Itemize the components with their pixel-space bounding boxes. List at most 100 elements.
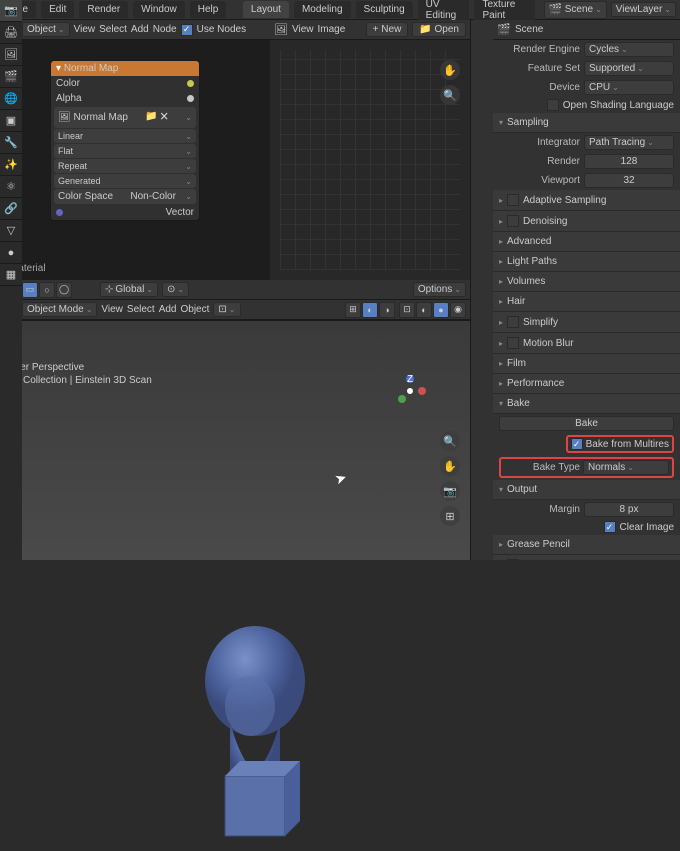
tab-window[interactable]: Window (133, 1, 185, 18)
tab-modeling[interactable]: Modeling (294, 1, 351, 18)
node-image-select[interactable]: 🖼 Normal Map📁 🗙 (54, 107, 196, 128)
section-motionblur[interactable]: Motion Blur (493, 333, 680, 354)
node-editor[interactable]: ◉ Object View Select Add Node ✓ Use Node… (0, 20, 270, 280)
bake-type-select[interactable]: Normals (583, 460, 669, 475)
section-advanced[interactable]: Advanced (493, 232, 680, 252)
section-volumes[interactable]: Volumes (493, 272, 680, 292)
menu-add[interactable]: Add (131, 24, 149, 35)
socket-color: Color (56, 78, 80, 89)
render-samples-input[interactable]: 128 (584, 154, 674, 169)
menu-add[interactable]: Add (159, 304, 177, 315)
new-image-button[interactable]: + New (366, 22, 409, 37)
section-simplify[interactable]: Simplify (493, 312, 680, 333)
bake-multires-highlight: ✓Bake from Multires (566, 435, 674, 453)
overlay-icons: ⊞◐◑ (345, 302, 395, 318)
node-projection[interactable]: Flat (54, 144, 196, 158)
menu-select[interactable]: Select (99, 24, 127, 35)
node-title[interactable]: ▾ Normal Map (51, 61, 199, 76)
menu-node[interactable]: Node (153, 24, 177, 35)
select-circle-icon[interactable]: ○ (39, 282, 55, 298)
node-object-select[interactable]: Object (22, 22, 70, 37)
pan-icon[interactable]: ✋ (440, 456, 460, 476)
socket-dot[interactable] (187, 95, 194, 102)
tab-help[interactable]: Help (190, 1, 227, 18)
viewport-samples-input[interactable]: 32 (584, 173, 674, 188)
tab-render[interactable]: Render (79, 1, 128, 18)
nav-gizmo[interactable]: Z (390, 371, 430, 411)
viewlayer-select[interactable]: ViewLayer (611, 2, 676, 17)
scene-breadcrumb: Scene (515, 24, 543, 35)
scene-icon: 🎬 (497, 23, 511, 37)
viewport-overlay: User Perspective (1) Collection | Einste… (8, 361, 152, 387)
open-image-button[interactable]: 📁 Open (412, 22, 466, 37)
render-engine-select[interactable]: Cycles (584, 42, 674, 57)
section-bake[interactable]: Bake (493, 394, 680, 414)
section-output[interactable]: Output (493, 480, 680, 500)
section-grease[interactable]: Grease Pencil (493, 535, 680, 555)
options-dropdown[interactable]: Options (413, 282, 466, 297)
image-canvas[interactable] (280, 50, 460, 270)
tab-edit[interactable]: Edit (41, 1, 74, 18)
tab-sculpting[interactable]: Sculpting (356, 1, 413, 18)
transform-orientation[interactable]: ⊹ Global (100, 282, 158, 297)
node-normal-map[interactable]: ▾ Normal Map Color Alpha 🖼 Normal Map📁 🗙… (50, 60, 200, 221)
select-box-icon[interactable]: ▭ (22, 282, 38, 298)
section-performance[interactable]: Performance (493, 374, 680, 394)
node-header: ◉ Object View Select Add Node ✓ Use Node… (0, 20, 270, 40)
node-colorspace[interactable]: Color SpaceNon-Color (54, 189, 196, 204)
section-denoising[interactable]: Denoising (493, 211, 680, 232)
mesh-preview[interactable] (170, 621, 340, 851)
section-adaptive[interactable]: Adaptive Sampling (493, 190, 680, 211)
socket-vector: Vector (166, 207, 194, 218)
node-extension[interactable]: Repeat (54, 159, 196, 173)
section-hair[interactable]: Hair (493, 292, 680, 312)
node-source[interactable]: Generated (54, 174, 196, 188)
menu-view[interactable]: View (101, 304, 123, 315)
use-nodes-label: Use Nodes (197, 24, 246, 35)
menu-view[interactable]: View (292, 24, 314, 35)
section-lightpaths[interactable]: Light Paths (493, 252, 680, 272)
osl-checkbox[interactable] (547, 99, 559, 111)
section-film[interactable]: Film (493, 354, 680, 374)
viewport-subheader: ⊞ Object Mode View Select Add Object ⊡ ⊞… (0, 300, 470, 320)
obj-select[interactable]: ⊡ (213, 302, 240, 317)
pan-icon[interactable]: ✋ (440, 60, 460, 80)
viewport-header: ⬦ ▭ ○ ◯ ⊹ Global ⊙ Options (0, 280, 470, 300)
feature-set-select[interactable]: Supported (584, 61, 674, 76)
device-select[interactable]: CPU (584, 80, 674, 95)
scene-icon: 🎬 (549, 3, 563, 17)
clear-image-checkbox[interactable]: ✓ (604, 521, 616, 533)
socket-dot[interactable] (56, 209, 63, 216)
bake-multires-checkbox[interactable]: ✓ (571, 438, 583, 450)
socket-alpha: Alpha (56, 93, 82, 104)
viewport-3d[interactable]: User Perspective (1) Collection | Einste… (0, 320, 470, 560)
mode-select[interactable]: Object Mode (22, 302, 97, 317)
menu-object[interactable]: Object (181, 304, 210, 315)
image-editor-icon: 🖼 (274, 23, 288, 37)
node-interp[interactable]: Linear (54, 129, 196, 143)
bake-button[interactable]: Bake (499, 416, 674, 431)
menu-view[interactable]: View (74, 24, 96, 35)
persp-icon[interactable]: ⊞ (440, 506, 460, 526)
integrator-select[interactable]: Path Tracing (584, 135, 674, 150)
zoom-icon[interactable]: 🔍 (440, 85, 460, 105)
selection-mode-icons: ▭ ○ ◯ (22, 282, 72, 298)
image-header: 🖼 View Image + New 📁 Open (270, 20, 470, 40)
use-nodes-checkbox[interactable]: ✓ (181, 24, 193, 36)
menu-image[interactable]: Image (318, 24, 346, 35)
section-freestyle[interactable]: Freestyle (493, 555, 680, 560)
margin-input[interactable]: 8 px (584, 502, 674, 517)
select-lasso-icon[interactable]: ◯ (56, 282, 72, 298)
pivot-select[interactable]: ⊙ (162, 282, 189, 297)
camera-icon[interactable]: 📷 (440, 481, 460, 501)
zoom-icon[interactable]: 🔍 (440, 431, 460, 451)
scene-select[interactable]: 🎬Scene (544, 1, 607, 19)
socket-dot[interactable] (187, 80, 194, 87)
tab-layout[interactable]: Layout (243, 1, 289, 18)
menu-select[interactable]: Select (127, 304, 155, 315)
workspace-tabs: File Edit Render Window Help Layout Mode… (0, 0, 680, 20)
image-editor[interactable]: 🖼 View Image + New 📁 Open ✋ 🔍 (270, 20, 470, 280)
shading-icons: ⊡◐●◉ (399, 302, 466, 318)
section-sampling[interactable]: Sampling (493, 113, 680, 133)
properties-panel: 📷 🖨 🖼 🎬 🌐 ▣ 🔧 ✨ ⚛ 🔗 ▽ ● ▦ 🎬Scene Render … (470, 20, 680, 560)
